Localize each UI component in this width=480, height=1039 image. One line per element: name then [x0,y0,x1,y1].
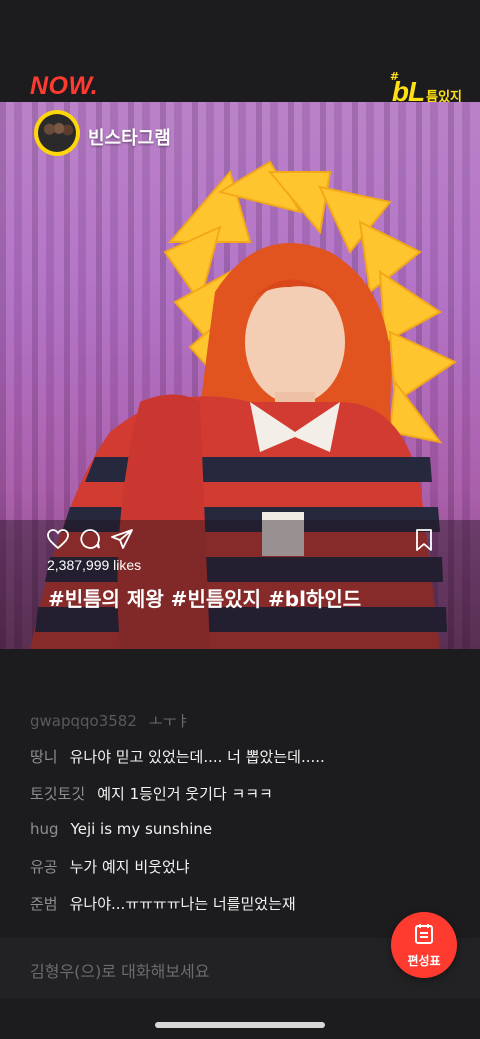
heart-icon[interactable] [46,527,70,551]
bookmark-icon[interactable] [413,528,435,552]
chat-message: 땅니 유나야 믿고 있었는데.... 너 뽑았는데..... [30,746,325,767]
account-avatar[interactable] [34,110,80,156]
chat-text: Yeji is my sunshine [70,820,213,838]
chat-message: 토깃토깃 예지 1등인거 웃기다 ㅋㅋㅋ [30,783,273,804]
chat-text: ㅗㅜㅑ [148,712,191,730]
like-count: 2,387,999 likes [47,557,142,573]
chat-username: gwapqqo3582 [30,712,137,730]
chat-message: 준범 유나야...ㅠㅠㅠㅠ나는 너를믿었는재 [30,893,296,914]
schedule-button-label: 편성표 [407,953,441,968]
post-hashtags: #빈틈의 제왕 #빈틈있지 #bl하인드 [48,587,362,611]
chat-username: 땅니 [30,748,58,766]
post-actions [46,527,134,551]
chat-username: 토깃토깃 [30,785,86,803]
chat-username: 유공 [30,858,58,876]
chat-text: 유나야...ㅠㅠㅠㅠ나는 너를믿었는재 [69,895,296,913]
now-logo: NOW. [30,72,99,100]
chat-username: 준범 [30,895,58,913]
chat-text: 예지 1등인거 웃기다 ㅋㅋㅋ [97,785,273,803]
avatar-image [38,114,76,152]
chat-username: hug [30,820,59,838]
comment-icon[interactable] [78,527,102,551]
chat-message: hug Yeji is my sunshine [30,820,212,838]
show-logo-hash: # [389,70,400,83]
chat-message: gwapqqo3582 ㅗㅜㅑ [30,710,190,731]
chat-message: 유공 누가 예지 비웃었냐 [30,856,190,877]
account-name[interactable]: 빈스타그램 [88,124,171,150]
chat-input[interactable]: 김형우(으)로 대화해보세요 [30,958,210,982]
calendar-icon [412,922,436,950]
home-indicator[interactable] [155,1022,325,1028]
chat-text: 누가 예지 비웃었냐 [69,858,190,876]
chat-text: 유나야 믿고 있었는데.... 너 뽑았는데..... [69,748,325,766]
share-icon[interactable] [110,527,134,551]
schedule-button[interactable]: 편성표 [391,912,457,978]
top-bar: NOW. # bL 틈있지 [0,0,480,106]
